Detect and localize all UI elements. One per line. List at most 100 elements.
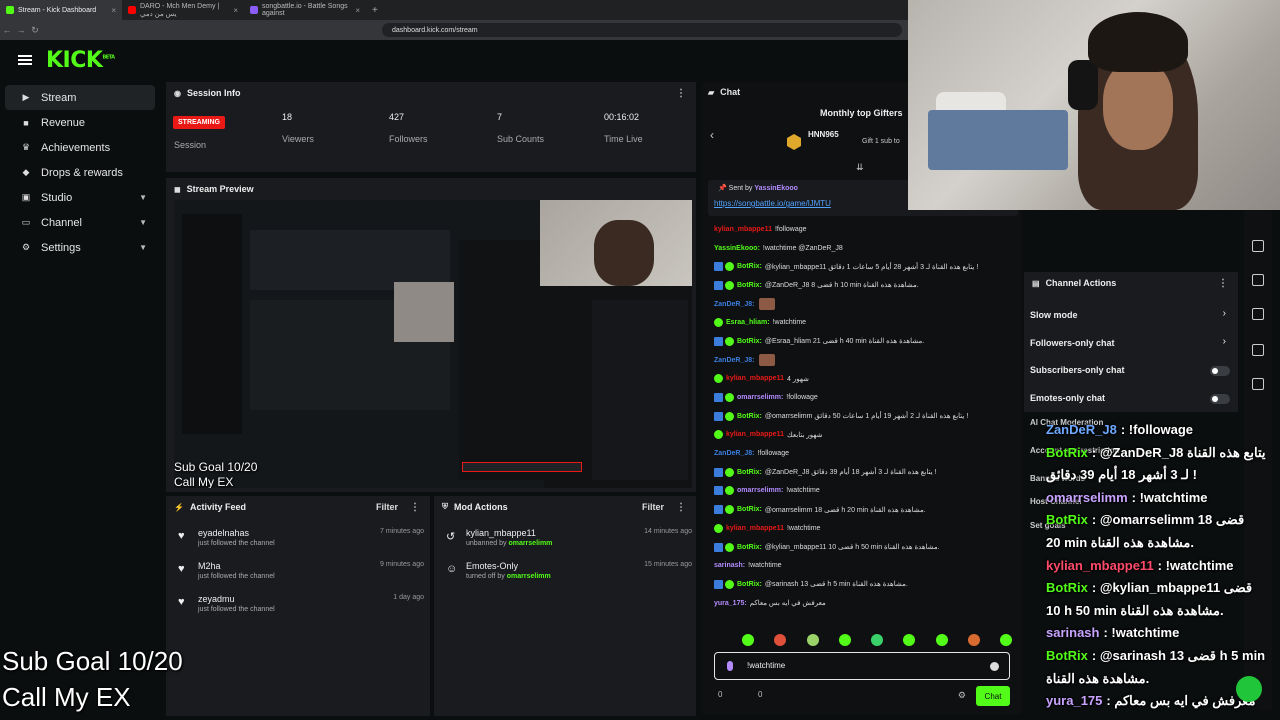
hamburger-menu-icon[interactable] xyxy=(18,55,32,65)
chat-username[interactable]: ZanDeR_J8: xyxy=(714,301,754,308)
pinned-link[interactable]: https://songbattle.io/game/lJMTU xyxy=(714,199,831,208)
toggle-switch[interactable] xyxy=(1210,393,1230,404)
activity-user[interactable]: M2ha xyxy=(198,561,221,571)
overlay-chat-line: sarinash: !watchtime xyxy=(1046,625,1179,640)
forward-icon[interactable]: → xyxy=(14,25,28,35)
new-tab-icon[interactable]: + xyxy=(372,5,378,16)
stream-preview-video[interactable]: Sub Goal 10/20 Call My EX xyxy=(174,200,692,488)
chat-username[interactable]: kylian_mbappe11 xyxy=(726,431,784,438)
chat-username[interactable]: ZanDeR_J8: xyxy=(714,357,754,364)
sent-by-user[interactable]: YassinEkooo xyxy=(754,185,798,192)
mod-action-target[interactable]: Emotes-Only xyxy=(466,561,518,571)
mod-action-by[interactable]: omarrselimm xyxy=(508,540,552,547)
chat-username[interactable]: BotRix: xyxy=(737,338,762,345)
chat-username[interactable]: BotRix: xyxy=(737,544,762,551)
back-icon[interactable]: ← xyxy=(0,25,14,35)
tab-favicon-icon xyxy=(128,6,136,14)
emote-icon[interactable] xyxy=(871,634,883,646)
emote-icon[interactable] xyxy=(806,634,819,646)
mod-filter-button[interactable]: Filter xyxy=(642,502,664,512)
kick-logo[interactable]: KICKBETA xyxy=(46,48,115,73)
mod-action-target[interactable]: kylian_mbappe11 xyxy=(466,528,536,538)
chat-username[interactable]: omarrselimm: xyxy=(737,394,783,401)
chat-username[interactable]: ZanDeR_J8: xyxy=(714,450,754,457)
stat-label: Time Live xyxy=(604,134,643,144)
sidebar-item-drops-rewards[interactable]: ◆ Drops & rewards xyxy=(5,160,155,185)
rail-broadcast-icon[interactable] xyxy=(1252,308,1264,320)
badge-icon xyxy=(714,505,723,515)
url-field[interactable]: dashboard.kick.com/stream xyxy=(382,23,902,37)
browser-tab[interactable]: Stream - Kick Dashboard × xyxy=(0,0,122,20)
mod-action-by[interactable]: omarrselimm xyxy=(507,573,551,580)
emote-icon[interactable] xyxy=(1000,634,1012,646)
chat-username[interactable]: kylian_mbappe11 xyxy=(714,226,772,233)
chat-username[interactable]: kylian_mbappe11 xyxy=(726,375,784,382)
toggle-switch[interactable] xyxy=(1210,366,1230,376)
chat-settings-icon[interactable]: ⚙ xyxy=(958,690,966,701)
close-icon[interactable]: × xyxy=(233,6,238,15)
close-icon[interactable]: × xyxy=(355,6,360,15)
overlay-chat-text: : @sarinash 13 قضى h 5 min xyxy=(1091,648,1266,663)
chat-username[interactable]: omarrselimm: xyxy=(737,487,783,494)
chat-input[interactable]: !watchtime xyxy=(714,652,1010,680)
emote-icon[interactable] xyxy=(838,634,851,646)
sidebar-item-achievements[interactable]: ♛ Achievements xyxy=(5,135,155,160)
chat-username[interactable]: sarinash: xyxy=(714,562,745,569)
close-icon[interactable]: × xyxy=(111,6,116,15)
mic-icon[interactable] xyxy=(727,661,733,671)
more-options-icon[interactable]: ⋮ xyxy=(676,88,686,99)
stat-label: Followers xyxy=(389,134,428,144)
stat-label: Sub Counts xyxy=(497,134,545,144)
tab-label: DARO - Mch Men Demy | يس من دمي xyxy=(140,2,220,18)
chat-username[interactable]: BotRix: xyxy=(737,282,762,289)
chat-username[interactable]: kylian_mbappe11 xyxy=(726,525,784,532)
chat-message: kylian_mbappe11 !followage xyxy=(714,220,1014,239)
rail-doc-icon[interactable] xyxy=(1252,240,1264,252)
rail-layout-icon[interactable] xyxy=(1252,344,1264,356)
chat-username[interactable]: BotRix: xyxy=(737,413,762,420)
sidebar-item-channel[interactable]: ▭ Channel ▼ xyxy=(5,210,155,235)
chat-message: BotRix: @sarinash قضى 13 h 5 min مشاهدة ه… xyxy=(714,575,1014,594)
more-options-icon[interactable]: ⋮ xyxy=(1218,278,1228,289)
points-right[interactable]: 0 xyxy=(758,690,762,699)
chat-username[interactable]: BotRix: xyxy=(737,469,762,476)
browser-tab[interactable]: DARO - Mch Men Demy | يس من دمي × xyxy=(122,0,244,20)
collapse-icon[interactable]: ⇊ xyxy=(856,162,864,173)
more-options-icon[interactable]: ⋮ xyxy=(676,502,686,513)
sidebar-item-studio[interactable]: ▣ Studio ▼ xyxy=(5,185,155,210)
emote-icon[interactable] xyxy=(774,634,787,646)
browser-tab[interactable]: songbattle.io - Battle Songs against × xyxy=(244,0,366,20)
emoji-icon[interactable] xyxy=(990,662,999,671)
chat-username[interactable]: BotRix: xyxy=(737,581,762,588)
chat-username[interactable]: YassinEkooo: xyxy=(714,245,760,252)
tab-favicon-icon xyxy=(6,6,14,14)
chat-username[interactable]: BotRix: xyxy=(737,263,762,270)
chat-username[interactable]: Esraa_hliam: xyxy=(726,319,770,326)
chat-username[interactable]: yura_175: xyxy=(714,600,747,607)
session-info-panel: ◉ Session Info ⋮ STREAMING Session 18 Viewe… xyxy=(166,82,696,172)
gifter-name[interactable]: HNN965 xyxy=(808,130,839,139)
emote-icon[interactable] xyxy=(742,634,754,646)
emote-icon[interactable] xyxy=(935,634,948,646)
points-left[interactable]: 0 xyxy=(718,690,722,699)
chevron-right-icon[interactable]: › xyxy=(1223,308,1226,319)
sidebar-item-revenue[interactable]: ■ Revenue xyxy=(5,110,155,135)
rail-wrench-icon[interactable] xyxy=(1252,378,1264,390)
webcam-bed xyxy=(928,110,1068,170)
chat-username[interactable]: BotRix: xyxy=(737,506,762,513)
reload-icon[interactable]: ↻ xyxy=(28,25,42,36)
activity-desc: just followed the channel xyxy=(198,540,275,547)
emote-icon[interactable] xyxy=(967,634,980,646)
activity-user[interactable]: zeyadmu xyxy=(198,594,235,604)
sidebar-item-stream[interactable]: ▶ Stream xyxy=(5,85,155,110)
activity-filter-button[interactable]: Filter xyxy=(376,502,398,512)
sidebar-item-settings[interactable]: ⚙ Settings ▼ xyxy=(5,235,155,260)
sidebar-item-label: Drops & rewards xyxy=(41,166,123,179)
chevron-right-icon[interactable]: › xyxy=(1223,336,1226,347)
rail-chat-icon[interactable] xyxy=(1252,274,1264,286)
activity-user[interactable]: eyadelnahas xyxy=(198,528,249,538)
chevron-left-icon[interactable]: ‹ xyxy=(710,128,714,142)
emote-icon[interactable] xyxy=(903,634,916,646)
more-options-icon[interactable]: ⋮ xyxy=(410,502,420,513)
send-chat-button[interactable]: Chat xyxy=(976,686,1010,706)
